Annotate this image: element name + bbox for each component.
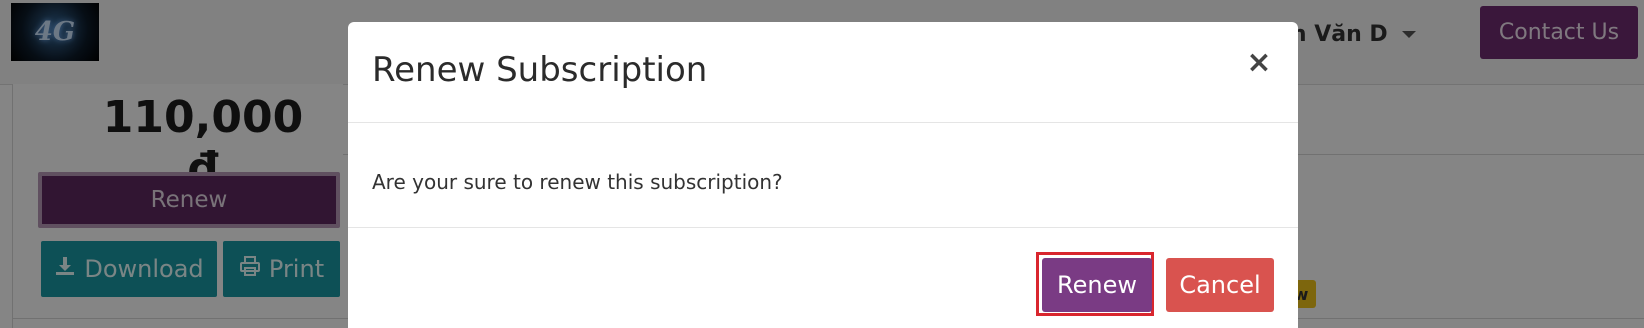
- modal-title: Renew Subscription: [372, 50, 708, 90]
- confirm-renew-button[interactable]: Renew: [1042, 258, 1152, 312]
- close-icon[interactable]: ×: [1244, 48, 1274, 78]
- modal-footer: Renew Cancel: [348, 228, 1298, 328]
- cancel-button[interactable]: Cancel: [1166, 258, 1274, 312]
- confirmation-message: Are your sure to renew this subscription…: [372, 170, 783, 194]
- modal-body: Are your sure to renew this subscription…: [348, 123, 1298, 228]
- renew-subscription-modal: Renew Subscription × Are your sure to re…: [348, 22, 1298, 328]
- modal-header: Renew Subscription ×: [348, 22, 1298, 123]
